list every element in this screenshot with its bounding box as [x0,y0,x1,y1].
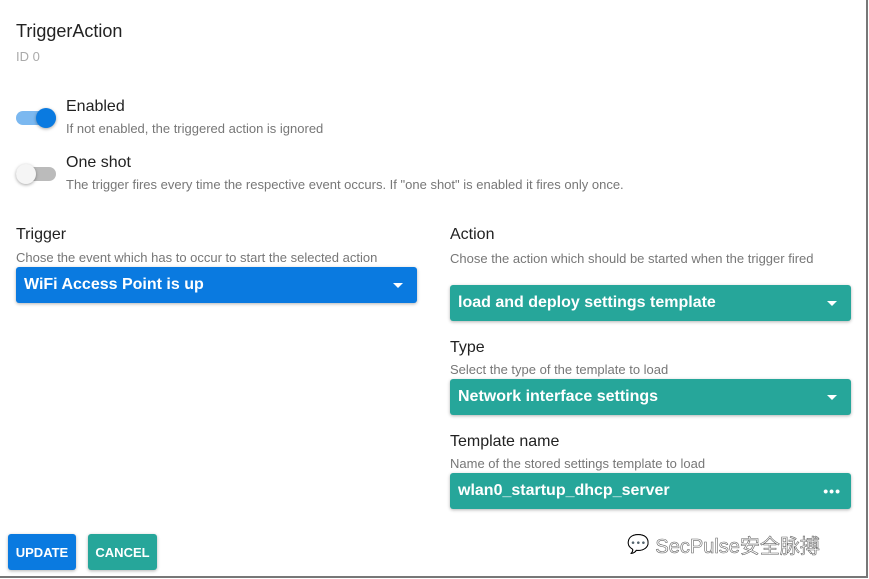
enabled-toggle[interactable] [16,108,56,128]
chevron-down-icon [827,394,837,400]
toggle-knob [36,108,56,128]
wechat-icon: 💬 [627,534,650,555]
trigger-label: Trigger [16,226,67,243]
one-shot-description: The trigger fires every time the respect… [66,177,624,192]
action-select[interactable]: load and deploy settings template [450,285,851,321]
action-value: load and deploy settings template [458,294,716,311]
more-icon[interactable]: ••• [823,483,841,499]
template-description: Name of the stored settings template to … [450,456,706,471]
trigger-value: WiFi Access Point is up [24,276,204,293]
template-select[interactable]: wlan0_startup_dhcp_server ••• [450,473,851,509]
type-value: Network interface settings [458,388,659,405]
one-shot-label: One shot [66,154,131,171]
type-label: Type [450,339,485,356]
type-select[interactable]: Network interface settings [450,379,851,415]
cancel-button[interactable]: CANCEL [88,534,157,570]
enabled-description: If not enabled, the triggered action is … [66,121,324,136]
one-shot-toggle[interactable] [16,164,56,184]
type-description: Select the type of the template to load [450,362,669,377]
template-value: wlan0_startup_dhcp_server [458,482,670,499]
toggle-knob [16,164,36,184]
chevron-down-icon [827,300,837,306]
trigger-description: Chose the event which has to occur to st… [16,250,378,265]
watermark-text: SecPulse安全脉搏 [655,536,820,559]
template-label: Template name [450,433,560,450]
id-label: ID 0 [16,49,40,64]
dialog-title: TriggerAction [16,21,123,41]
action-label: Action [450,226,495,243]
update-button[interactable]: UPDATE [8,534,76,570]
trigger-select[interactable]: WiFi Access Point is up [16,267,417,303]
chevron-down-icon [393,282,403,288]
watermark: 💬 SecPulse安全脉搏 [627,530,821,559]
action-description: Chose the action which should be started… [450,251,814,266]
enabled-label: Enabled [66,98,125,115]
